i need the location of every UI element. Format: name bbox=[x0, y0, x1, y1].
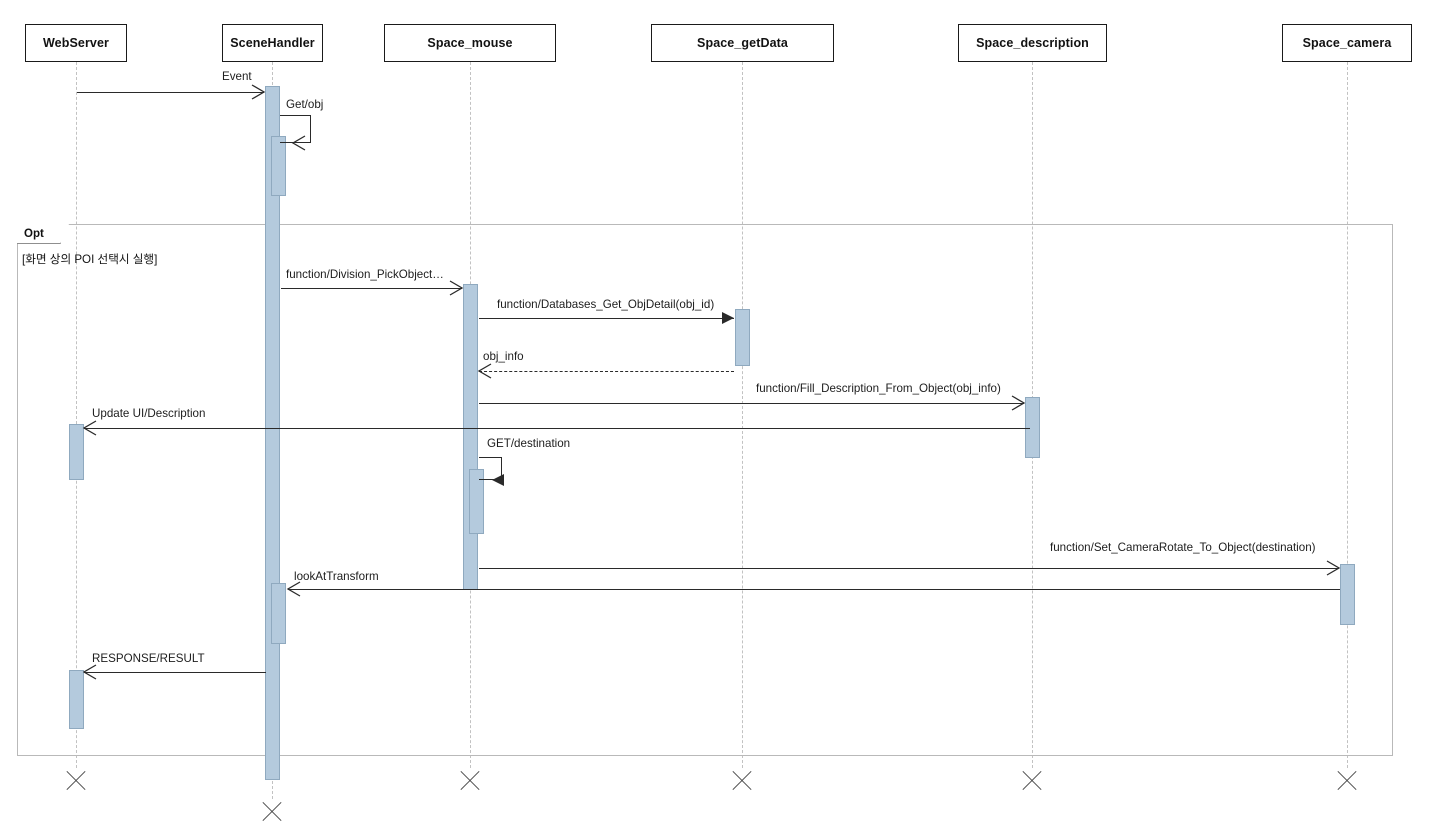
activation-bar-webserver bbox=[69, 670, 84, 729]
activation-bar-space_mouse bbox=[469, 469, 484, 534]
message-label: Get/obj bbox=[286, 98, 324, 111]
lifeline-header-space_description[interactable]: Space_description bbox=[958, 24, 1107, 62]
lifeline-header-space_getdata[interactable]: Space_getData bbox=[651, 24, 834, 62]
arrow-head-icon bbox=[291, 135, 306, 151]
lifeline-header-label: Space_getData bbox=[697, 36, 788, 50]
opt-fragment-frame bbox=[17, 224, 1393, 756]
termination-x-icon-space_getdata bbox=[729, 768, 755, 794]
opt-fragment-operator-tab: Opt bbox=[17, 224, 69, 244]
lifeline-header-space_mouse[interactable]: Space_mouse bbox=[384, 24, 556, 62]
termination-x-icon-space_description bbox=[1019, 768, 1045, 794]
activation-bar-space_mouse bbox=[463, 284, 478, 590]
termination-x-icon-scenehandler bbox=[259, 799, 285, 825]
opt-fragment-operator-label: Opt bbox=[24, 227, 44, 240]
lifeline-header-label: Space_description bbox=[976, 36, 1089, 50]
arrow-head-icon bbox=[251, 84, 266, 100]
activation-bar-space_getdata bbox=[735, 309, 750, 366]
activation-bar-webserver bbox=[69, 424, 84, 480]
activation-bar-space_camera bbox=[1340, 564, 1355, 625]
lifeline-header-label: Space_mouse bbox=[427, 36, 513, 50]
lifeline-header-label: SceneHandler bbox=[230, 36, 315, 50]
activation-bar-space_description bbox=[1025, 397, 1040, 458]
lifeline-header-webserver[interactable]: WebServer bbox=[25, 24, 127, 62]
activation-bar-scenehandler bbox=[271, 136, 286, 196]
opt-fragment-guard-condition: [화면 상의 POI 선택시 실행] bbox=[22, 253, 158, 266]
lifeline-header-label: WebServer bbox=[43, 36, 109, 50]
activation-bar-scenehandler bbox=[271, 583, 286, 644]
termination-x-icon-webserver bbox=[63, 768, 89, 794]
lifeline-header-scenehandler[interactable]: SceneHandler bbox=[222, 24, 323, 62]
message-line bbox=[77, 92, 264, 93]
termination-x-icon-space_camera bbox=[1334, 768, 1360, 794]
termination-x-icon-space_mouse bbox=[457, 768, 483, 794]
sequence-diagram-canvas: Opt [화면 상의 POI 선택시 실행] Event Get/obj funct… bbox=[0, 0, 1435, 835]
message-label: Event bbox=[222, 70, 252, 83]
lifeline-header-label: Space_camera bbox=[1302, 36, 1392, 50]
lifeline-header-space_camera[interactable]: Space_camera bbox=[1282, 24, 1412, 62]
